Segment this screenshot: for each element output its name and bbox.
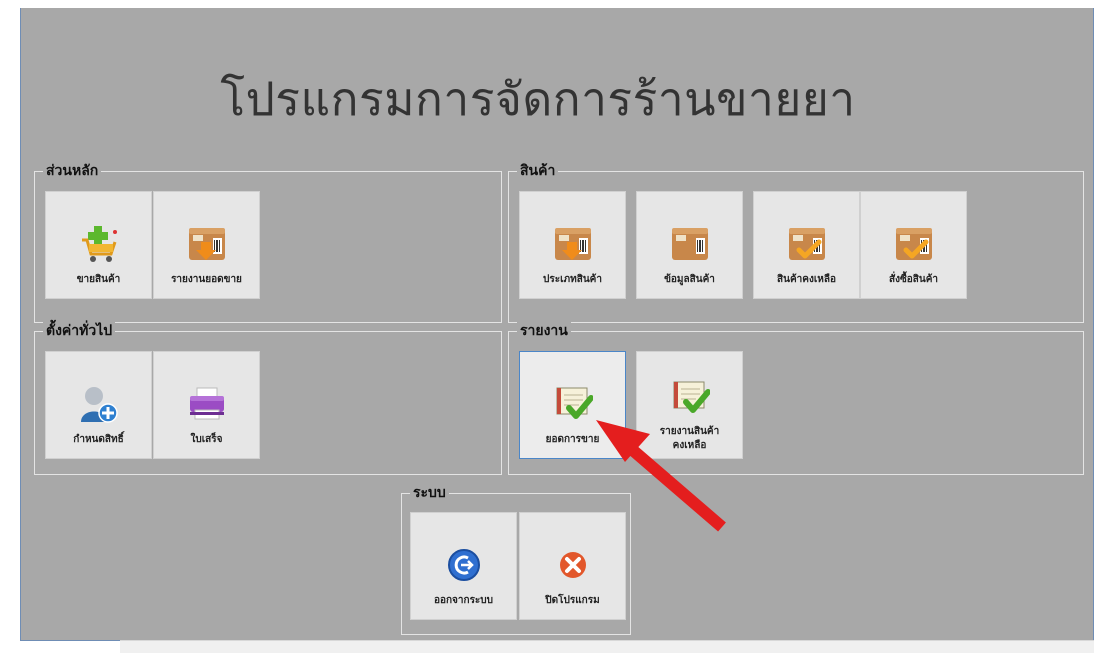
red-arrow-annotation xyxy=(596,420,726,532)
